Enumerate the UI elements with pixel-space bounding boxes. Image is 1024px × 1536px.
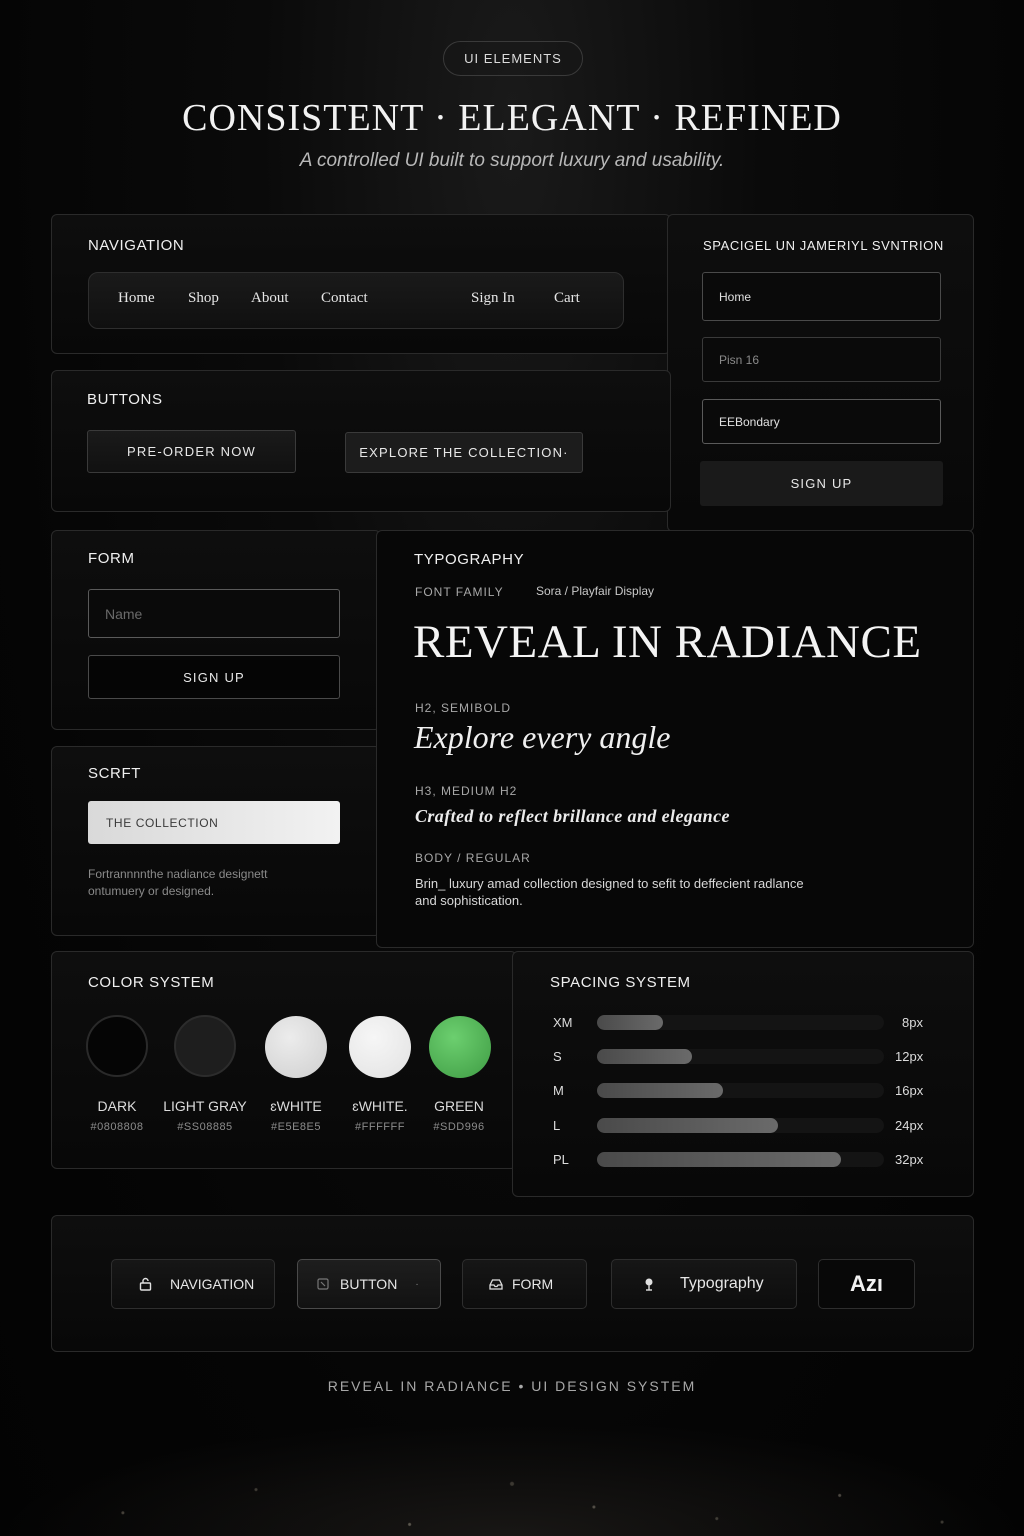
lock-icon [138, 1277, 152, 1291]
body-label: BODY / REGULAR [415, 851, 531, 865]
spacing-value-xm: 8px [902, 1015, 923, 1030]
swatch-light-gray-name: LIGHT GRAY [163, 1098, 247, 1114]
explore-collection-button[interactable]: EXPLORE THE COLLECTION· [345, 432, 583, 473]
swatch-dark-hex: #0808808 [90, 1121, 144, 1133]
nav-link-cart[interactable]: Cart [554, 290, 580, 307]
sparkle-texture [0, 1420, 1024, 1536]
scrft-text-line-2: ontumuery or designed. [88, 884, 215, 898]
body-sample-line-1: Brin_ luxury amad collection designed to… [415, 876, 804, 891]
chip-typography-label: Typography [680, 1275, 764, 1292]
scrft-section-title: SCRFT [88, 765, 141, 782]
pin-icon [642, 1277, 656, 1291]
scrft-text-line-1: Fortrannnnthe nadiance designett [88, 867, 268, 881]
page-headline: CONSISTENT · ELEGANT · REFINED [182, 97, 842, 139]
form-section-title: FORM [88, 550, 135, 567]
spacing-bar-m [597, 1083, 723, 1098]
spacing-value-l: 24px [895, 1118, 924, 1133]
ui-elements-pill: UI ELEMENTS [443, 41, 583, 76]
the-collection-button[interactable]: THE COLLECTION [88, 801, 340, 844]
chip-form[interactable]: FORM [462, 1259, 587, 1309]
spacing-system-section-title: SPACING SYSTEM [550, 974, 691, 991]
spacing-bar-l [597, 1118, 778, 1133]
buttons-section-title: BUTTONS [87, 391, 163, 408]
chip-button[interactable]: BUTTON · [297, 1259, 441, 1309]
chip-form-label: FORM [512, 1276, 554, 1292]
typography-section-title: TYPOGRAPHY [414, 551, 525, 568]
font-family-value: Sora / Playfair Display [536, 584, 655, 598]
spacing-bar-pl [597, 1152, 841, 1167]
h2-label: H2, SEMIBOLD [415, 701, 512, 715]
signup-field-second[interactable]: Pisn 16 [702, 337, 941, 382]
chip-az-sample[interactable]: Azı [818, 1259, 915, 1309]
signup-panel-title: SPACIGEL UN JAMERIYL SVNTRION [703, 238, 944, 253]
swatch-white-2 [349, 1016, 411, 1078]
spacing-bar-xm [597, 1015, 663, 1030]
signup-field-third[interactable]: EEBondary [702, 399, 941, 444]
page-footer: REVEAL IN RADIANCE • UI DESIGN SYSTEM [327, 1378, 697, 1394]
signup-field-home[interactable]: Home [702, 272, 941, 321]
spacing-label-s: S [553, 1049, 562, 1064]
chip-az-label: Azı [850, 1271, 883, 1296]
nav-link-sign-in[interactable]: Sign In [471, 290, 515, 307]
name-input[interactable]: Name [88, 589, 340, 638]
swatch-dark-name: DARK [97, 1098, 137, 1114]
cursor-icon [316, 1277, 330, 1291]
swatch-white [265, 1016, 327, 1078]
chip-navigation[interactable]: NAVIGATION [111, 1259, 275, 1309]
pre-order-button[interactable]: PRE-ORDER NOW [87, 430, 296, 473]
signup-panel-button[interactable]: SIGN UP [700, 461, 943, 506]
color-system-section-title: COLOR SYSTEM [88, 974, 215, 991]
swatch-dark [86, 1015, 148, 1077]
h2-sample: Explore every angle [414, 719, 671, 755]
swatch-green-name: GREEN [434, 1098, 484, 1114]
spacing-value-pl: 32px [895, 1152, 924, 1167]
h1-sample: REVEAL IN RADIANCE [413, 616, 922, 668]
swatch-light-gray [174, 1015, 236, 1077]
nav-link-home[interactable]: Home [118, 290, 155, 307]
page-subheading: A controlled UI built to support luxury … [299, 150, 725, 171]
tray-icon [489, 1277, 503, 1291]
spacing-value-s: 12px [895, 1049, 924, 1064]
swatch-green [429, 1016, 491, 1078]
spacing-label-l: L [553, 1118, 561, 1133]
nav-link-about[interactable]: About [251, 290, 289, 307]
spacing-label-m: M [553, 1083, 564, 1098]
swatch-green-hex: #SDD996 [433, 1121, 485, 1133]
nav-link-shop[interactable]: Shop [188, 290, 219, 307]
spacing-value-m: 16px [895, 1083, 924, 1098]
spacing-bar-s [597, 1049, 692, 1064]
form-sign-up-button[interactable]: SIGN UP [88, 655, 340, 699]
chip-typography[interactable]: Typography [611, 1259, 797, 1309]
chip-button-dot: · [415, 1278, 419, 1290]
nav-link-contact[interactable]: Contact [321, 290, 368, 307]
navigation-section-title: NAVIGATION [88, 237, 185, 254]
swatch-light-gray-hex: #SS08885 [177, 1121, 233, 1133]
body-sample-line-2: and sophistication. [415, 893, 523, 908]
chip-button-label: BUTTON [340, 1276, 398, 1292]
h3-sample: Crafted to reflect brillance and eleganc… [415, 806, 730, 826]
h3-label: H3, MEDIUM H2 [415, 784, 518, 798]
font-family-label: FONT FAMILY [415, 585, 504, 599]
spacing-label-pl: PL [553, 1152, 569, 1167]
chip-navigation-label: NAVIGATION [170, 1276, 255, 1292]
spacing-label-xm: XM [553, 1015, 573, 1030]
